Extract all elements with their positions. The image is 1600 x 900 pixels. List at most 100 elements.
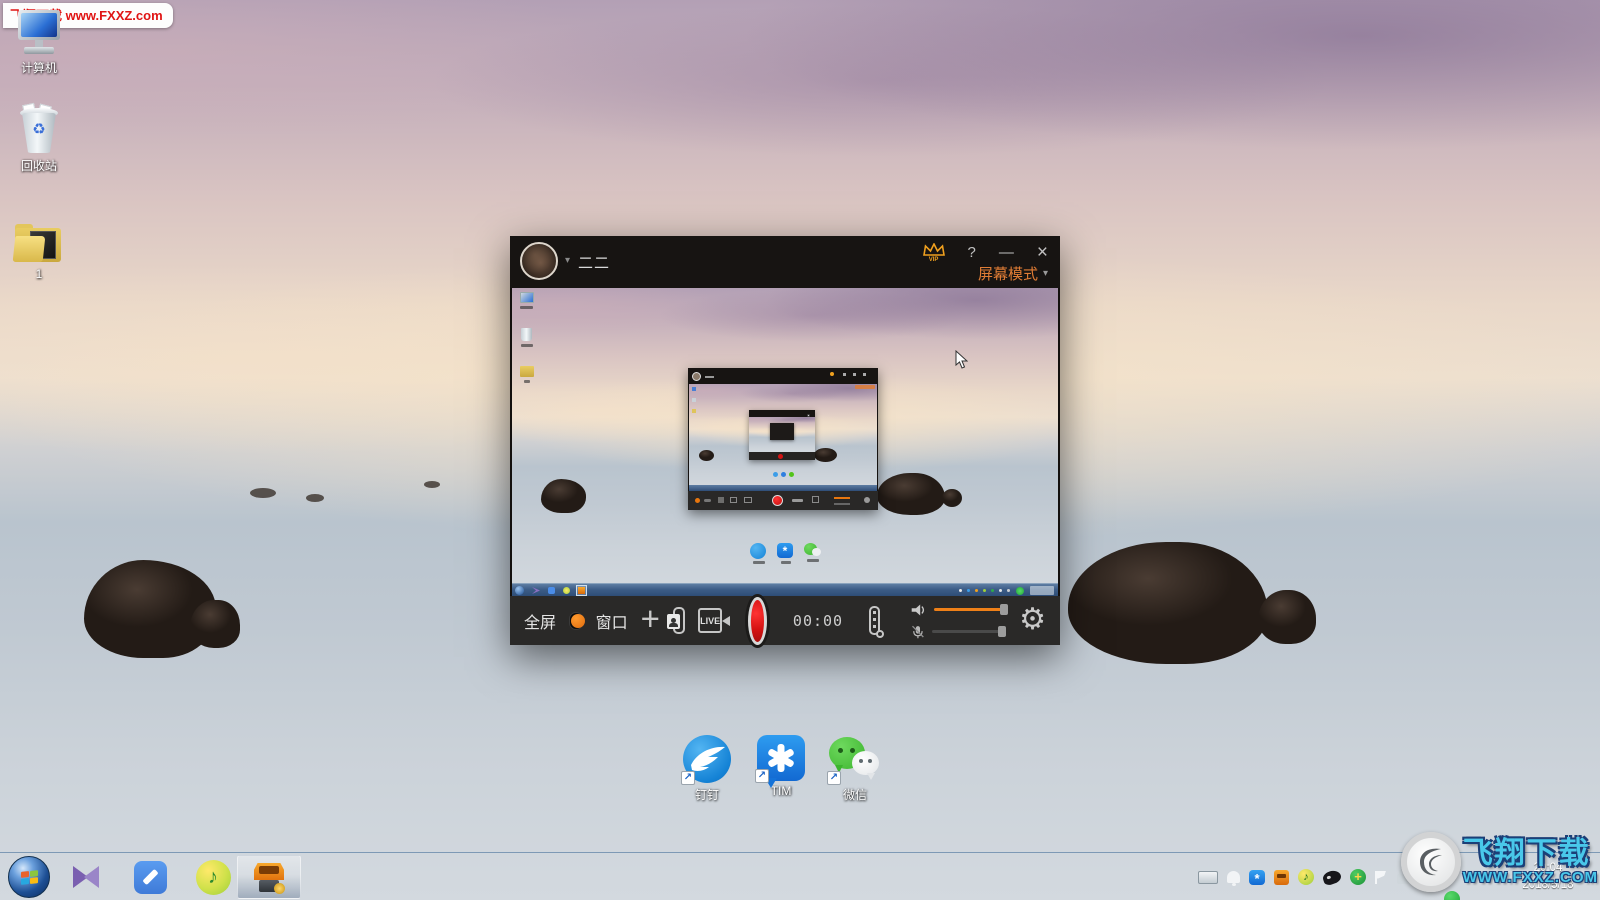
desktop-icon-label: 1 [36,267,43,281]
desktop-icon-label: 回收站 [21,157,57,174]
minimize-button[interactable]: — [999,242,1014,264]
preview-taskbar [512,583,1058,596]
computer-icon [13,10,65,56]
capture-mode-toggle[interactable] [569,612,583,630]
start-button[interactable] [8,856,50,898]
capture-preview: * [512,288,1058,596]
live-stream-button[interactable]: LIVE [698,608,722,633]
add-capture-button[interactable]: + [641,604,660,634]
preview-mini-icon [520,366,535,383]
system-volume-slider[interactable] [934,608,1006,611]
tim-tray-icon[interactable]: * [1249,870,1265,885]
vip-crown-button[interactable]: VIP [923,243,945,263]
scissors-icon [876,630,884,638]
desktop-icon-recycle-bin[interactable]: ♻ 回收站 [0,104,78,174]
shortcut-arrow-icon: ↗ [827,771,841,785]
sogou-tray-icon[interactable] [1321,868,1342,886]
taskbar-notes-button[interactable] [130,857,170,897]
kk-recorder-icon [252,860,286,894]
camera-overlay-button[interactable] [673,607,685,634]
settings-button[interactable]: ⚙ [1019,605,1046,635]
desktop-icon-label: 微信 [843,786,867,803]
desktop-icon-dingtalk[interactable]: ↗ 钉钉 [668,735,746,803]
tim-icon: ↗ [757,735,805,781]
account-caret-icon[interactable]: ▾ [565,255,570,266]
preview-nested-capture [689,384,877,491]
taskbar: ♪ * ♪ + 20:04 2018/5/18 [0,852,1600,900]
desktop-icon-label: 计算机 [21,59,57,76]
preview-rock [877,473,945,515]
notification-bell-icon[interactable] [1227,871,1240,883]
system-tray: * ♪ + [1198,853,1409,900]
toggle-knob [571,614,585,628]
watermark-logo-icon [1401,832,1461,892]
preview-third-level-window [749,410,815,460]
preview-mini-icon [750,543,768,564]
qq-music-tray-icon[interactable]: ♪ [1298,869,1314,885]
preview-rock [942,489,962,507]
username-text: 二二 [578,252,610,273]
record-button[interactable] [748,597,767,645]
folder-icon [14,224,64,264]
kmplayer-icon [73,866,99,888]
dingtalk-icon: ↗ [683,735,731,783]
site-watermark: 飞翔下载 WWW.FXXZ.COM [1401,832,1598,892]
desktop-icon-tim[interactable]: ↗ TIM [742,735,820,798]
preview-nested-window [688,368,878,510]
recorder-window: ▾ 二二 VIP ? — × 屏幕模式 ▾ [510,236,1060,645]
close-button[interactable]: × [1037,242,1048,264]
clip-edit-button[interactable] [869,606,880,635]
wallpaper-rock [1258,590,1316,644]
mic-slider-knob[interactable] [998,626,1006,637]
taskbar-recorder-button-active[interactable] [237,855,301,899]
watermark-title: 飞翔下载 [1463,838,1598,870]
preview-nested-toolbar [688,491,878,510]
mode-selector[interactable]: 屏幕模式 ▾ [978,263,1048,284]
user-avatar[interactable] [520,242,558,280]
mic-volume-slider[interactable] [932,630,1004,633]
preview-mini-icon [520,292,536,309]
taskbar-qqmusic-button[interactable]: ♪ [193,857,233,897]
security-tray-icon[interactable]: + [1350,869,1366,885]
wallpaper-rock [250,488,276,498]
taskbar-kmplayer-button[interactable] [66,857,106,897]
desktop-icon-folder-1[interactable]: 1 [0,224,78,281]
wallpaper-rock [306,494,324,502]
kk-recorder-tray-icon[interactable] [1274,870,1289,885]
wallpaper-rock [1068,542,1268,664]
preview-mini-icon: * [777,543,795,564]
desktop-root: 飞翔下载 www.FXXZ.com 计算机 ♻ 回收站 1 ↗ 钉钉 [0,0,1600,900]
shortcut-arrow-icon: ↗ [755,769,769,783]
wallpaper-rock [190,600,240,648]
desktop-icon-computer[interactable]: 计算机 [0,10,78,76]
record-timer: 00:00 [793,612,843,630]
help-button[interactable]: ? [968,242,976,264]
desktop-icon-label: 钉钉 [695,786,719,803]
recorder-toolbar: 全屏 窗口 + LIVE 00:00 [510,596,1060,645]
notes-icon [134,861,167,894]
volume-slider-knob[interactable] [1000,604,1008,615]
mode-caret-icon: ▾ [1043,268,1048,279]
preview-rock [541,479,586,513]
preview-mini-icon [521,328,535,347]
microphone-muted-icon[interactable] [910,624,925,640]
wallpaper-rock [424,481,440,488]
green-ball-tray-icon[interactable] [1444,891,1460,900]
cursor-arrow [955,350,968,374]
preview-mini-icon [804,543,822,562]
preview-nested-titlebar [688,368,878,384]
keyboard-tray-icon[interactable] [1198,871,1218,884]
recycle-bin-icon: ♻ [17,104,61,154]
action-center-flag-icon[interactable] [1375,871,1388,884]
volume-panel [910,602,1006,640]
window-mode-label: 窗口 [596,609,628,633]
wechat-icon: ↗ [829,735,881,783]
desktop-icon-wechat[interactable]: ↗ 微信 [816,735,894,803]
crown-icon [923,243,945,256]
recorder-titlebar: ▾ 二二 VIP ? — × 屏幕模式 ▾ [510,236,1060,288]
fullscreen-label: 全屏 [524,609,556,633]
shortcut-arrow-icon: ↗ [681,771,695,785]
speaker-icon[interactable] [910,602,927,618]
watermark-url: WWW.FXXZ.COM [1463,870,1598,886]
qq-music-icon: ♪ [196,860,231,895]
